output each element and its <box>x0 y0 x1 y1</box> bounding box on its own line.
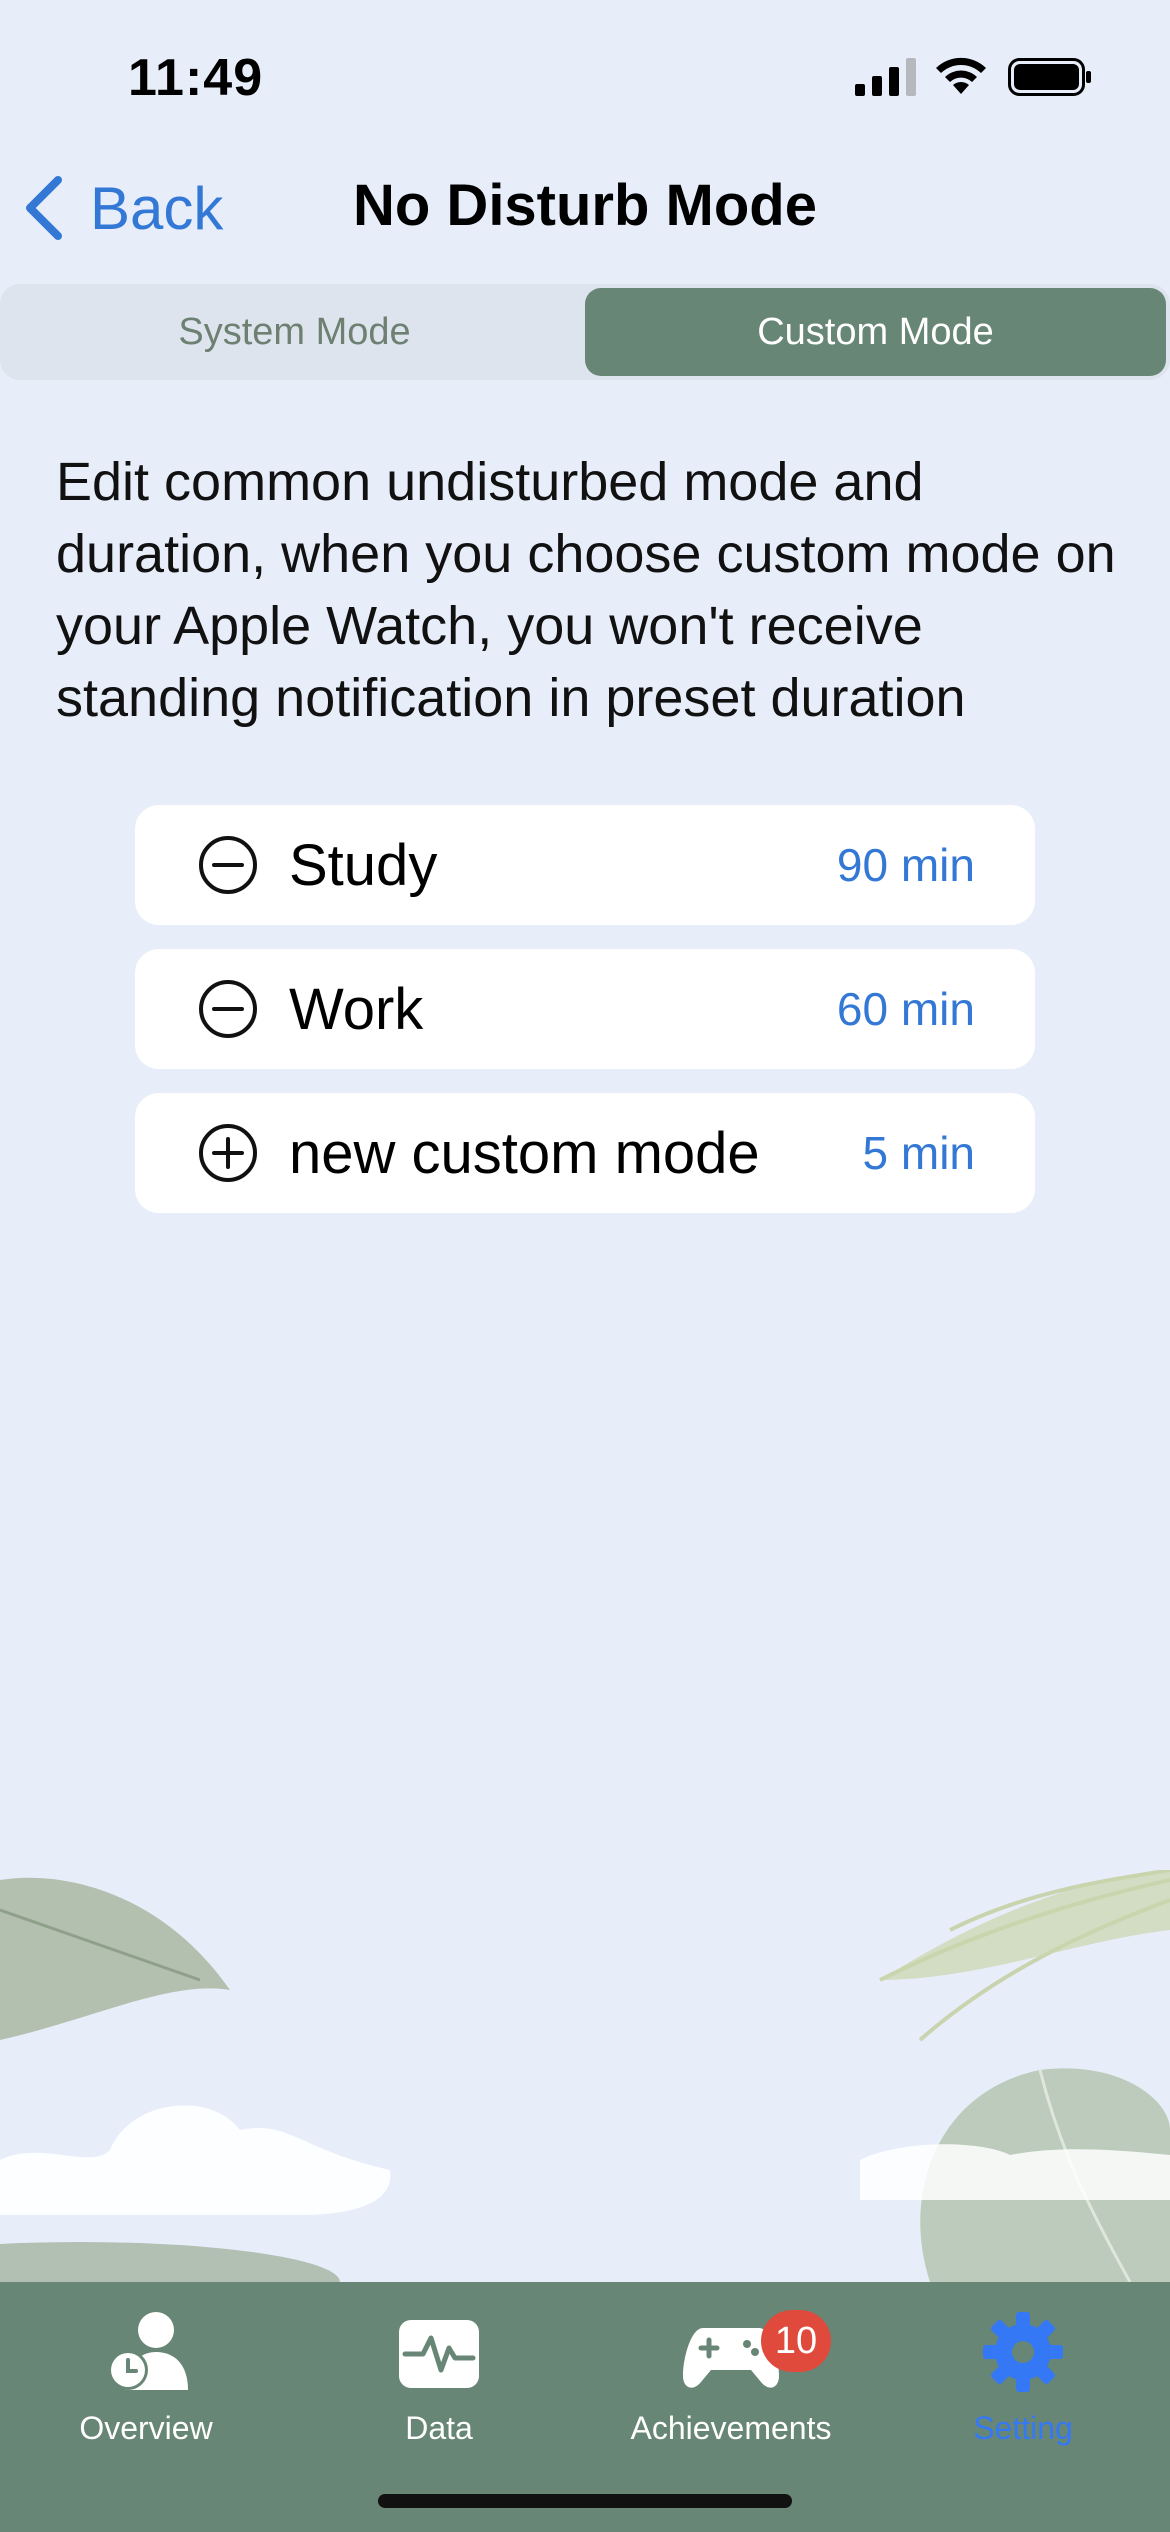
home-indicator <box>378 2494 792 2508</box>
mode-row-study[interactable]: Study 90 min <box>135 805 1035 925</box>
description-text: Edit common undisturbed mode and duratio… <box>56 452 1116 728</box>
tab-label: Overview <box>79 2410 213 2446</box>
tab-label: Data <box>405 2410 473 2446</box>
scenery-illustration <box>0 1870 1170 2282</box>
segment-custom-mode[interactable]: Custom Mode <box>585 288 1166 376</box>
mode-name: Study <box>289 832 438 898</box>
mode-name: Work <box>289 976 424 1042</box>
tab-data[interactable]: Data <box>309 2308 569 2458</box>
battery-icon <box>1008 58 1091 96</box>
mode-name: new custom mode <box>289 1120 760 1186</box>
status-time: 11:49 <box>128 49 264 107</box>
mode-duration[interactable]: 60 min <box>837 982 975 1036</box>
tab-bar: Overview Data Achievements 10 Setting <box>0 2282 1170 2532</box>
overview-icon <box>108 2312 188 2390</box>
mode-duration[interactable]: 5 min <box>863 1126 975 1180</box>
mode-segmented-control: System Mode Custom Mode <box>0 284 1170 380</box>
tab-label: Achievements <box>630 2410 832 2446</box>
minus-circle-icon[interactable] <box>197 834 259 896</box>
data-icon <box>399 2320 479 2388</box>
mode-row-work[interactable]: Work 60 min <box>135 949 1035 1069</box>
tab-achievements[interactable]: Achievements 10 <box>601 2308 861 2458</box>
tab-overview[interactable]: Overview <box>16 2308 276 2458</box>
wifi-icon <box>936 57 986 94</box>
page-title: No Disturb Mode <box>353 173 817 238</box>
status-bar: 11:49 <box>0 0 1170 150</box>
plus-circle-icon[interactable] <box>197 1122 259 1184</box>
cellular-signal-icon <box>855 58 916 96</box>
minus-circle-icon[interactable] <box>197 978 259 1040</box>
tab-setting[interactable]: Setting <box>893 2308 1153 2458</box>
tab-label: Setting <box>973 2410 1073 2446</box>
gear-icon <box>983 2312 1063 2392</box>
mode-row-new-custom[interactable]: new custom mode 5 min <box>135 1093 1035 1213</box>
segment-system-mode[interactable]: System Mode <box>4 288 585 376</box>
mode-duration[interactable]: 90 min <box>837 838 975 892</box>
achievements-badge: 10 <box>761 2310 831 2372</box>
